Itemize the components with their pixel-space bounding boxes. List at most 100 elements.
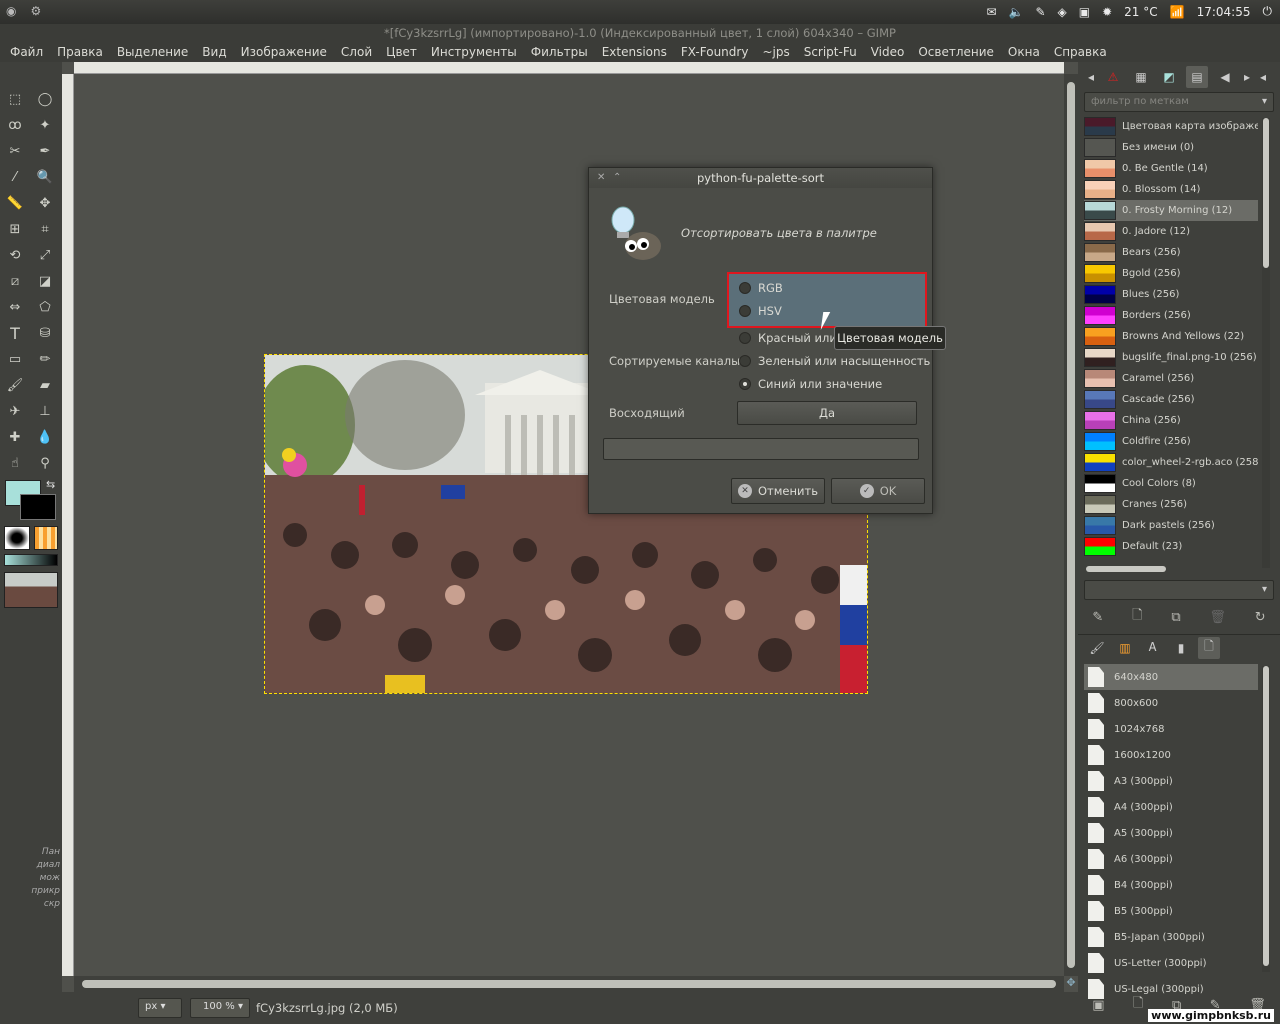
pin-icon[interactable]: ✎ bbox=[1035, 5, 1045, 19]
clock[interactable]: 17:04:55 bbox=[1197, 5, 1251, 19]
text-icon[interactable]: T bbox=[4, 322, 26, 344]
menu-item[interactable]: Вид bbox=[202, 42, 226, 62]
palette-row[interactable]: bugslife_final.png-10 (256) bbox=[1084, 347, 1258, 368]
color-tab-icon[interactable]: ◩ bbox=[1158, 66, 1180, 88]
palette-row[interactable]: China (256) bbox=[1084, 410, 1258, 431]
scale-icon[interactable]: ⤢ bbox=[34, 244, 56, 266]
radio-channel-blue[interactable]: Синий или значение bbox=[739, 377, 882, 391]
dialog-titlebar[interactable]: ✕ ⌃ python-fu-palette-sort bbox=[589, 168, 932, 188]
palette-row[interactable]: Без имени (0) bbox=[1084, 137, 1258, 158]
pattern-preview[interactable] bbox=[34, 526, 58, 550]
clone-icon[interactable]: ⊥ bbox=[34, 400, 56, 422]
dodge-icon[interactable]: ⚲ bbox=[34, 452, 56, 474]
new-template-icon[interactable]: 🗋 bbox=[1133, 994, 1143, 1016]
duplicate-palette-icon[interactable]: ⧉ bbox=[1171, 610, 1180, 625]
mail-icon[interactable]: ✉ bbox=[986, 5, 996, 19]
rect-select-icon[interactable]: ⬚ bbox=[4, 88, 26, 110]
zoom-icon[interactable]: 🔍 bbox=[34, 166, 56, 188]
pencil-icon[interactable]: ✏ bbox=[34, 348, 56, 370]
palette-row[interactable]: Borders (256) bbox=[1084, 305, 1258, 326]
radio-hsv-indicator[interactable] bbox=[739, 305, 751, 317]
menu-item[interactable]: Осветление bbox=[918, 42, 994, 62]
template-list[interactable]: 640x480 800x600 1024x768 1600x1200 A3 (300pp… bbox=[1084, 664, 1258, 1024]
new-palette-icon[interactable]: 🗋 bbox=[1132, 606, 1142, 628]
brush-icon[interactable]: 🖌 bbox=[4, 374, 26, 396]
palette-row[interactable]: color_wheel-2-rgb.aco (258) bbox=[1084, 452, 1258, 473]
template-row[interactable]: A5 (300ppi) bbox=[1084, 820, 1258, 846]
dialog-tab-icon[interactable]: ◀ bbox=[1214, 66, 1236, 88]
palette-row[interactable]: 0. Be Gentle (14) bbox=[1084, 158, 1258, 179]
template-row[interactable]: A6 (300ppi) bbox=[1084, 846, 1258, 872]
menu-item[interactable]: ~jps bbox=[762, 42, 789, 62]
ok-button[interactable]: ✓ OK bbox=[831, 478, 925, 504]
menu-item[interactable]: Script-Fu bbox=[804, 42, 857, 62]
radio-green-indicator[interactable] bbox=[739, 355, 751, 367]
smudge-icon[interactable]: ☝ bbox=[4, 452, 26, 474]
colormap-tab-icon[interactable]: ▦ bbox=[1130, 66, 1152, 88]
palette-list-scroll-thumb[interactable] bbox=[1263, 118, 1269, 268]
horizontal-ruler[interactable] bbox=[74, 62, 1064, 74]
flip-icon[interactable]: ⇔ bbox=[4, 296, 26, 318]
menu-item[interactable]: Инструменты bbox=[431, 42, 517, 62]
palette-list-scrollbar[interactable] bbox=[1262, 118, 1270, 568]
fuzzy-select-icon[interactable]: ✦ bbox=[34, 114, 56, 136]
palette-row[interactable]: Cool Colors (8) bbox=[1084, 473, 1258, 494]
template-row[interactable]: 1024x768 bbox=[1084, 716, 1258, 742]
menu-item[interactable]: Extensions bbox=[602, 42, 667, 62]
menu-item[interactable]: Цвет bbox=[386, 42, 417, 62]
template-row[interactable]: A3 (300ppi) bbox=[1084, 768, 1258, 794]
paths-icon[interactable]: ✒ bbox=[34, 140, 56, 162]
brush-preview[interactable] bbox=[4, 526, 30, 550]
menu-item[interactable]: FX-Foundry bbox=[681, 42, 749, 62]
palette-tag-entry[interactable]: ▾ bbox=[1084, 580, 1274, 600]
system-menu-icon[interactable]: ◉ bbox=[6, 4, 16, 18]
heal-icon[interactable]: ✚ bbox=[4, 426, 26, 448]
palette-row[interactable]: Default (23) bbox=[1084, 536, 1258, 557]
menu-item[interactable]: Фильтры bbox=[531, 42, 588, 62]
palette-row[interactable]: Caramel (256) bbox=[1084, 368, 1258, 389]
power-icon[interactable]: ⏻ bbox=[1263, 4, 1273, 19]
shear-icon[interactable]: ⧄ bbox=[4, 270, 26, 292]
delete-palette-icon[interactable]: 🗑 bbox=[1209, 610, 1226, 625]
radio-hsv[interactable]: HSV bbox=[739, 304, 782, 318]
palette-list[interactable]: Цветовая карта изображения Без имени (0) 0… bbox=[1084, 116, 1258, 566]
palette-hscroll[interactable] bbox=[1084, 566, 1258, 574]
radio-rgb-indicator[interactable] bbox=[739, 282, 751, 294]
radio-channel-green[interactable]: Зеленый или насыщенность bbox=[739, 354, 930, 368]
palette-row[interactable]: Browns And Yellows (22) bbox=[1084, 326, 1258, 347]
menu-item[interactable]: Файл bbox=[10, 42, 43, 62]
wifi-icon[interactable]: 📶 bbox=[1170, 5, 1185, 19]
align-icon[interactable]: ⊞ bbox=[4, 218, 26, 240]
palette-row[interactable]: 0. Blossom (14) bbox=[1084, 179, 1258, 200]
palette-row[interactable]: Dark pastels (256) bbox=[1084, 515, 1258, 536]
template-list-scrollbar[interactable] bbox=[1262, 666, 1270, 972]
templates-tab-icon[interactable]: 🗋 bbox=[1198, 636, 1220, 659]
template-row[interactable]: US-Letter (300ppi) bbox=[1084, 950, 1258, 976]
palettes-tab-icon[interactable]: ▤ bbox=[1186, 66, 1208, 88]
palette-row[interactable]: 0. Jadore (12) bbox=[1084, 221, 1258, 242]
rotate-icon[interactable]: ⟲ bbox=[4, 244, 26, 266]
vertical-scroll-thumb[interactable] bbox=[1067, 82, 1075, 968]
navigate-icon[interactable]: ✥ bbox=[1064, 976, 1078, 992]
image-thumbnail[interactable] bbox=[4, 572, 58, 608]
template-row[interactable]: B4 (300ppi) bbox=[1084, 872, 1258, 898]
menu-item[interactable]: Слой bbox=[341, 42, 372, 62]
unit-selector[interactable]: px ▾ bbox=[138, 998, 182, 1018]
dock-menu-icon[interactable]: ◂ bbox=[1258, 66, 1268, 88]
menu-item[interactable]: Правка bbox=[57, 42, 103, 62]
ellipse-select-icon[interactable]: ◯ bbox=[34, 88, 56, 110]
gradient-icon[interactable]: ▭ bbox=[4, 348, 26, 370]
cage-icon[interactable]: ⬠ bbox=[34, 296, 56, 318]
settings-icon[interactable]: ⚙ bbox=[30, 4, 41, 18]
chevron-right-icon[interactable]: ▸ bbox=[1242, 66, 1252, 88]
blur-icon[interactable]: 💧 bbox=[34, 426, 56, 448]
radio-channel-red[interactable]: Красный или bbox=[739, 331, 837, 345]
edit-palette-icon[interactable]: ✎ bbox=[1092, 610, 1103, 625]
airbrush-icon[interactable]: ✈ bbox=[4, 400, 26, 422]
template-row[interactable]: 1600x1200 bbox=[1084, 742, 1258, 768]
perspective-icon[interactable]: ◪ bbox=[34, 270, 56, 292]
scissors-icon[interactable]: ✂ bbox=[4, 140, 26, 162]
palette-row[interactable]: Cascade (256) bbox=[1084, 389, 1258, 410]
palette-row[interactable]: Bgold (256) bbox=[1084, 263, 1258, 284]
swap-colors-icon[interactable]: ⇆ bbox=[46, 478, 55, 491]
